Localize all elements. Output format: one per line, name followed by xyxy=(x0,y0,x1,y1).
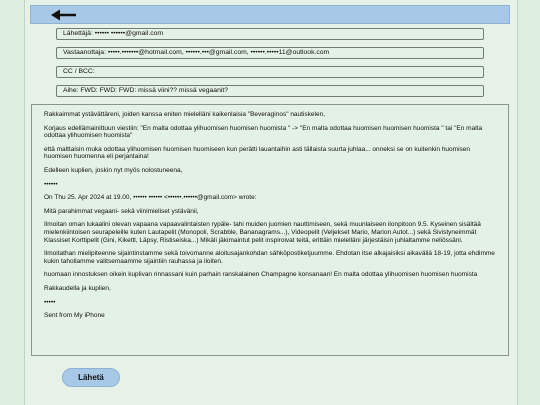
body-paragraph: Korjaus edellämainittuun viestiin: "En m… xyxy=(44,124,483,140)
body-paragraph: Mitä parahimmat vegaani- sekä viinimieli… xyxy=(44,207,199,215)
signature: Sent from My iPhone xyxy=(44,312,105,320)
body-paragraph: ••••• xyxy=(44,298,56,306)
top-toolbar xyxy=(30,5,510,24)
back-arrow-icon[interactable] xyxy=(51,8,77,22)
body-paragraph: Ilmoitathan mielipiteenne sijaintinstamm… xyxy=(44,250,495,265)
body-paragraph: Rakkaudella ja kuplien, xyxy=(44,284,111,292)
body-paragraph: Rakkaimmat ystävättäreni, joiden kanssa … xyxy=(44,111,326,118)
body-paragraph: Edelleen kuplien, joskin nyt myös nolost… xyxy=(44,166,183,174)
body-paragraph: •••••• xyxy=(44,180,58,188)
body-paragraph: Ilmoitan oman lukaalini olevan vapaana v… xyxy=(44,221,481,244)
subject-field[interactable]: Aihe: FWD: FWD: FWD: missä viini?? missä… xyxy=(56,85,484,97)
from-field[interactable]: Lähettäjä: •••••• ••••••@gmail.com xyxy=(56,28,484,40)
to-field[interactable]: Vastaanottaja: •••••.•••••••@hotmail.com… xyxy=(56,47,484,59)
message-body[interactable]: Rakkaimmat ystävättäreni, joiden kanssa … xyxy=(31,104,509,356)
send-button[interactable]: Lähetä xyxy=(62,368,120,387)
cc-bcc-field[interactable]: CC / BCC: xyxy=(56,66,484,78)
quoted-header: On Thu 25. Apr 2024 at 19.00, •••••• •••… xyxy=(44,194,257,202)
body-paragraph: että malttaisin muka odottaa ylihuomisen… xyxy=(44,145,470,161)
body-paragraph: huomaan innostuksen oikein kuplivan rinn… xyxy=(44,271,478,279)
